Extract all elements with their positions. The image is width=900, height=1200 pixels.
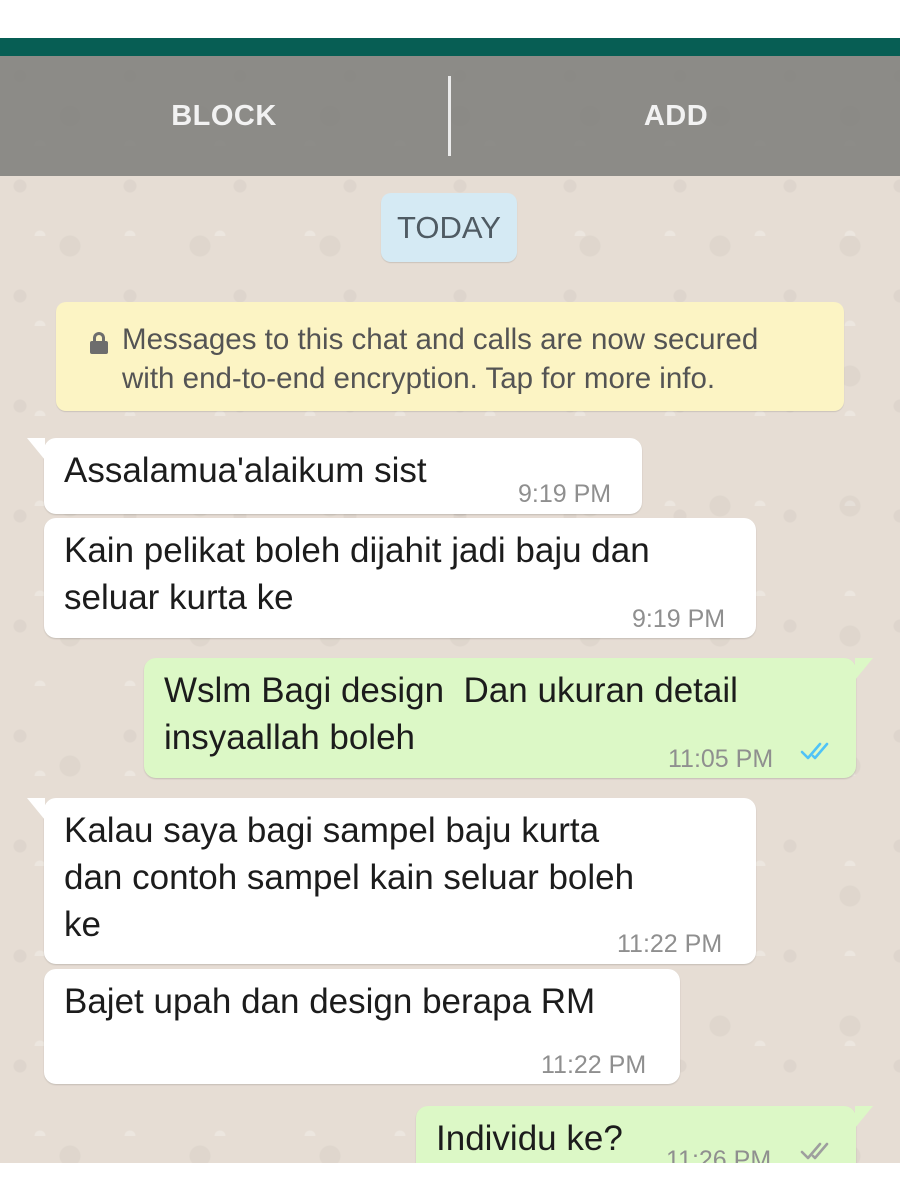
incoming-message[interactable]: Kalau saya bagi sampel baju kurta dan co… <box>27 798 756 964</box>
bubble-tail <box>855 1106 873 1128</box>
message-time: 11:26 PM <box>666 1146 772 1163</box>
add-contact-button[interactable]: ADD <box>452 56 900 176</box>
chat-screen: BLOCK ADD TODAY Messages to this chat an… <box>0 0 900 1200</box>
message-time: 9:19 PM <box>518 480 612 508</box>
encryption-notice-line-1: Messages to this chat and calls are now … <box>122 323 759 356</box>
action-bar-divider <box>448 76 451 156</box>
message-text: Kalau saya bagi sampel baju kurta dan co… <box>64 811 635 944</box>
message-time: 11:22 PM <box>617 930 723 958</box>
message-text: Assalamua'alaikum sist <box>64 451 427 490</box>
bubble-tail <box>855 658 873 680</box>
message-time: 9:19 PM <box>632 605 726 633</box>
encryption-notice[interactable]: Messages to this chat and calls are now … <box>56 302 844 411</box>
message-text: Wslm Bagi design Dan ukuran detail insya… <box>164 671 738 757</box>
block-button[interactable]: BLOCK <box>0 56 448 176</box>
unknown-contact-action-bar: BLOCK ADD <box>0 56 900 176</box>
message-text: Individu ke? <box>436 1119 623 1158</box>
outgoing-message[interactable]: Individu ke? 11:26 PM <box>416 1106 873 1163</box>
message-text: Kain pelikat boleh dijahit jadi baju dan… <box>64 531 650 617</box>
bubble-tail <box>27 798 45 820</box>
incoming-message[interactable]: Bajet upah dan design berapa RM 11:22 PM <box>44 969 680 1084</box>
lock-icon <box>90 332 108 354</box>
incoming-message[interactable]: Assalamua'alaikum sist 9:19 PM <box>27 438 642 514</box>
message-text: Bajet upah dan design berapa RM <box>64 982 596 1021</box>
bubble-tail <box>27 438 45 460</box>
message-time: 11:05 PM <box>668 745 774 773</box>
outgoing-message[interactable]: Wslm Bagi design Dan ukuran detail insya… <box>144 658 873 778</box>
bottom-margin <box>0 1163 900 1200</box>
date-separator: TODAY <box>381 193 517 262</box>
incoming-message[interactable]: Kain pelikat boleh dijahit jadi baju dan… <box>44 518 756 638</box>
delivered-receipt-icon <box>800 1142 829 1160</box>
message-time: 11:22 PM <box>541 1051 647 1079</box>
encryption-notice-line-2: with end-to-end encryption. Tap for more… <box>122 362 716 395</box>
chat-area[interactable]: BLOCK ADD TODAY Messages to this chat an… <box>0 56 900 1163</box>
read-receipt-icon <box>800 742 829 760</box>
app-header-strip <box>0 38 900 56</box>
